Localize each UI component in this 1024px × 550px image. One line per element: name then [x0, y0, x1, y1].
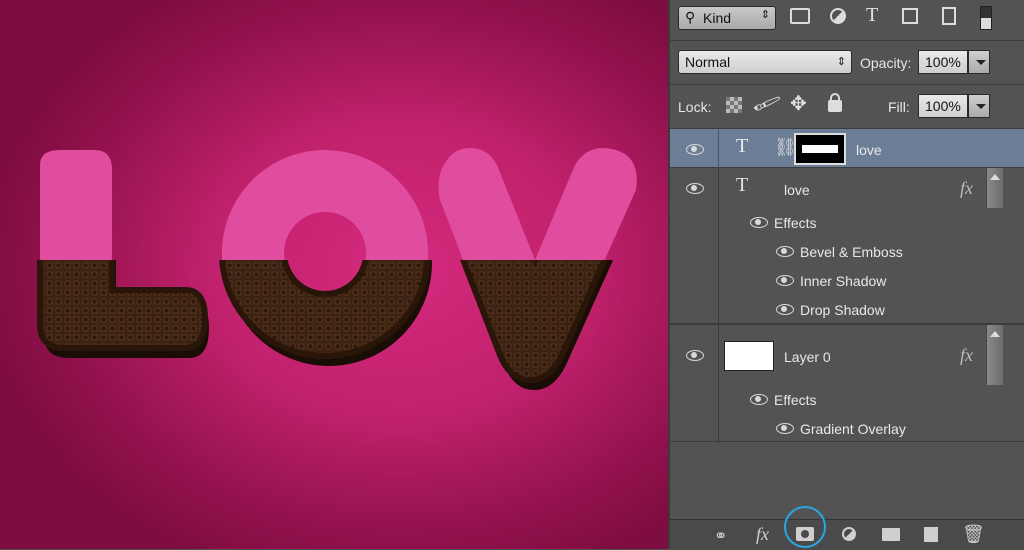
adjustment-filter-icon[interactable] — [830, 8, 846, 24]
shape-filter-icon[interactable] — [902, 8, 918, 24]
effects-label: Effects — [774, 392, 817, 408]
opacity-label: Opacity: — [860, 55, 912, 71]
fx-icon[interactable]: fx — [960, 178, 973, 199]
effect-eye-icon[interactable] — [776, 274, 794, 286]
layer-love-text[interactable]: T love fx Effects Bevel & Emboss Inner S… — [670, 168, 1024, 324]
effect-drop-shadow[interactable]: Drop Shadow — [800, 302, 885, 318]
blend-mode-value: Normal — [685, 54, 731, 70]
effect-eye-icon[interactable] — [776, 245, 794, 257]
effects-eye-icon[interactable] — [750, 216, 768, 228]
smart-object-filter-icon[interactable] — [942, 7, 956, 25]
add-mask-icon[interactable] — [796, 527, 814, 541]
lock-brush-icon[interactable]: 🖌 — [750, 87, 782, 119]
fill-input[interactable]: 100% — [918, 94, 968, 118]
visibility-eye-icon[interactable] — [686, 182, 704, 194]
new-layer-icon[interactable] — [924, 527, 938, 542]
lock-row: Lock: 🖌 ✥ Fill: 100% — [670, 84, 1024, 128]
layer-mask-thumbnail[interactable] — [794, 133, 846, 165]
layer-love-mask[interactable]: T ⛓ love — [670, 128, 1024, 169]
effect-eye-icon[interactable] — [776, 422, 794, 434]
effect-eye-icon[interactable] — [776, 303, 794, 315]
document-canvas[interactable] — [0, 0, 668, 549]
opacity-value: 100% — [925, 54, 961, 70]
text-layer-icon: T — [736, 135, 749, 157]
opacity-input[interactable]: 100% — [918, 50, 968, 74]
layer-thumbnail — [724, 341, 774, 371]
lock-all-icon[interactable] — [828, 93, 842, 112]
divider — [718, 325, 719, 443]
lock-transparent-icon[interactable] — [726, 97, 742, 113]
effects-eye-icon[interactable] — [750, 393, 768, 405]
expand-effects-toggle[interactable] — [986, 325, 1003, 385]
visibility-eye-icon[interactable] — [686, 143, 704, 155]
fx-icon[interactable]: fx — [960, 345, 973, 366]
visibility-eye-icon[interactable] — [686, 349, 704, 361]
filter-row: ⚲ Kind ⇕ T — [670, 0, 1024, 40]
filter-toggle[interactable] — [980, 6, 992, 30]
link-icon[interactable]: ⚭ — [714, 526, 727, 546]
layer-name: love — [784, 182, 810, 198]
folder-icon[interactable] — [882, 528, 900, 541]
expand-effects-toggle[interactable] — [986, 168, 1003, 208]
search-icon: ⚲ — [685, 9, 696, 25]
layers-bottom-bar: ⚭ fx 🗑 — [670, 506, 1024, 550]
fill-slider-button[interactable] — [968, 94, 990, 118]
lock-label: Lock: — [678, 99, 712, 115]
trash-icon[interactable]: 🗑 — [962, 524, 985, 545]
filter-kind-select[interactable]: ⚲ Kind ⇕ — [678, 6, 776, 30]
blend-mode-select[interactable]: Normal ⇕ — [678, 50, 852, 74]
effect-gradient-overlay[interactable]: Gradient Overlay — [800, 421, 906, 437]
divider — [718, 168, 719, 324]
updown-arrows-icon: ⇕ — [836, 56, 846, 68]
fill-value: 100% — [925, 98, 961, 114]
pixel-filter-icon[interactable] — [790, 8, 810, 24]
lock-move-icon[interactable]: ✥ — [790, 91, 807, 116]
effect-inner-shadow[interactable]: Inner Shadow — [800, 273, 886, 289]
layer-name: love — [856, 142, 882, 158]
adjustment-icon[interactable] — [842, 527, 856, 541]
layers-panel: ⚲ Kind ⇕ T Normal ⇕ Opacity: 100% Lock: … — [668, 0, 1024, 550]
opacity-slider-button[interactable] — [968, 50, 990, 74]
text-layer-icon: T — [736, 174, 749, 196]
layer-name: Layer 0 — [784, 349, 831, 365]
filter-kind-label: Kind — [703, 10, 732, 26]
effect-bevel-emboss[interactable]: Bevel & Emboss — [800, 244, 903, 260]
type-filter-icon[interactable]: T — [866, 4, 878, 27]
updown-arrows-icon: ⇕ — [760, 9, 770, 21]
divider — [718, 129, 719, 169]
fill-label: Fill: — [888, 99, 910, 115]
blend-row: Normal ⇕ Opacity: 100% — [670, 40, 1024, 84]
lov-artwork — [0, 148, 641, 390]
fx-icon[interactable]: fx — [756, 524, 769, 545]
effects-label: Effects — [774, 215, 817, 231]
layer-0[interactable]: Layer 0 fx Effects Gradient Overlay — [670, 324, 1024, 443]
